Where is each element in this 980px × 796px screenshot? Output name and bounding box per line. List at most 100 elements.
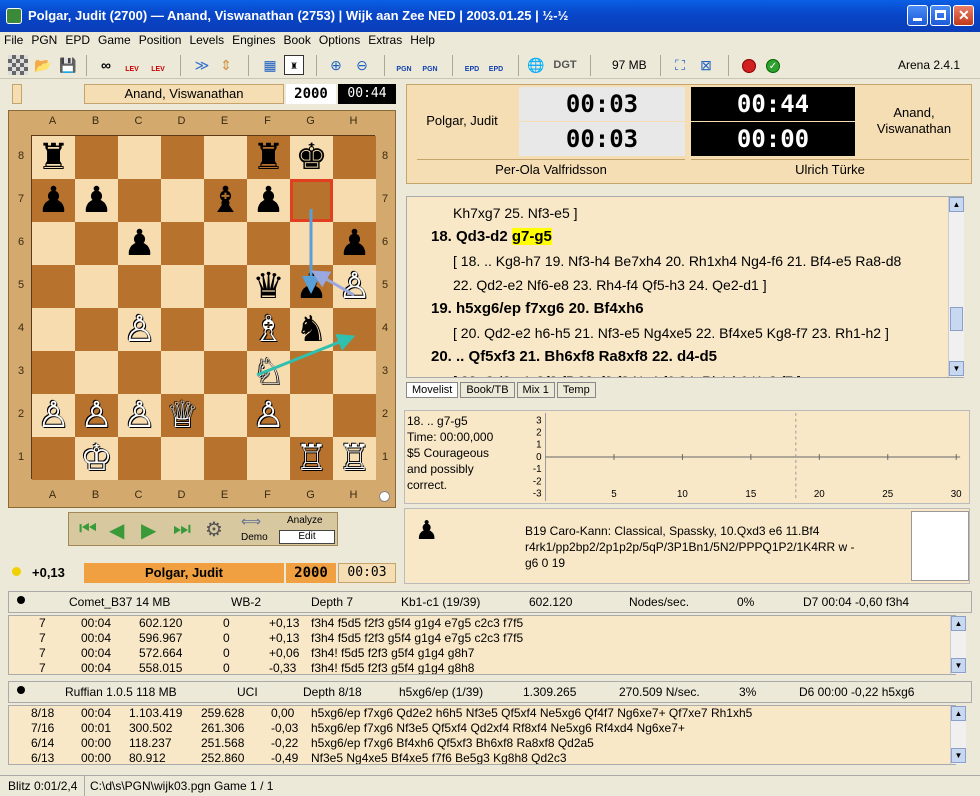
square-h7[interactable]	[333, 179, 376, 222]
engine-line[interactable]: 6/13 00:00 80.912 252.860 -0,49 Nf3e5 Ng4xe5 …	[9, 751, 955, 764]
chess-piece[interactable]: ♙	[252, 395, 284, 436]
chess-piece[interactable]: ♟	[37, 180, 69, 221]
menu-help[interactable]: Help	[406, 32, 439, 47]
engine1-scrollbar[interactable]: ▲ ▼	[950, 616, 966, 674]
tab-mix1[interactable]: Mix 1	[516, 382, 555, 398]
chess-piece[interactable]: ♗	[252, 309, 284, 350]
scroll-down-icon[interactable]: ▼	[951, 658, 966, 673]
square-a7[interactable]: ♟	[32, 179, 75, 222]
dgt-icon[interactable]: DGT	[550, 55, 580, 75]
square-a4[interactable]	[32, 308, 75, 351]
square-b5[interactable]	[75, 265, 118, 308]
level-minus-icon[interactable]: LEV	[148, 55, 168, 75]
chess-piece[interactable]: ♝	[209, 180, 241, 221]
move-line[interactable]: 20. .. Qf5xf3 21. Bh6xf8 Ra8xf8 22. d4-d…	[431, 345, 953, 369]
chess-piece[interactable]: ♟	[80, 180, 112, 221]
engine-line[interactable]: 7 00:04 572.664 0 +0,06 f3h4! f5d5 f2f3 g5f4 …	[9, 646, 955, 661]
chess-piece[interactable]: ♙	[80, 395, 112, 436]
restore-layout-icon[interactable]: ⊠	[696, 55, 716, 75]
next-move-icon[interactable]: ▶	[141, 518, 156, 543]
engine2-output[interactable]: 8/18 00:04 1.103.419 259.628 0,00 h5xg6/ep f7…	[8, 705, 956, 765]
square-a3[interactable]	[32, 351, 75, 394]
square-g4[interactable]: ♞	[290, 308, 333, 351]
chess-piece[interactable]: ♜	[37, 137, 69, 178]
scroll-up-icon[interactable]: ▲	[951, 706, 966, 721]
square-d2[interactable]: ♕	[161, 394, 204, 437]
square-f7[interactable]: ♟	[247, 179, 290, 222]
engine1-output[interactable]: 7 00:04 602.120 0 +0,13 f3h4 f5d5 f2f3 g5f4 g…	[8, 615, 956, 675]
menu-book[interactable]: Book	[280, 32, 315, 47]
engine-line[interactable]: 6/14 00:00 118.237 251.568 -0,22 h5xg6/ep f7x…	[9, 736, 955, 751]
square-e1[interactable]	[204, 437, 247, 480]
square-c7[interactable]	[118, 179, 161, 222]
chess-piece[interactable]: ♖	[338, 438, 370, 479]
square-b6[interactable]	[75, 222, 118, 265]
engine-line[interactable]: 8/18 00:04 1.103.419 259.628 0,00 h5xg6/ep f7…	[9, 706, 955, 721]
chess-piece[interactable]: ♖	[295, 438, 327, 479]
menu-game[interactable]: Game	[94, 32, 135, 47]
square-d3[interactable]	[161, 351, 204, 394]
engine2-scrollbar[interactable]: ▲ ▼	[950, 706, 966, 764]
square-b7[interactable]: ♟	[75, 179, 118, 222]
square-h8[interactable]	[333, 136, 376, 179]
menu-engines[interactable]: Engines	[228, 32, 279, 47]
chess-piece[interactable]: ♔	[80, 438, 112, 479]
movelist-scrollbar[interactable]: ▲ ▼	[948, 197, 964, 377]
square-b3[interactable]	[75, 351, 118, 394]
square-g3[interactable]	[290, 351, 333, 394]
current-move-highlight[interactable]: g7-g5	[511, 228, 552, 245]
epd-add-icon[interactable]: EPD	[462, 55, 482, 75]
engine-line[interactable]: 7/16 00:01 300.502 261.306 -0,03 h5xg6/ep f7x…	[9, 721, 955, 736]
chess-piece[interactable]: ♙	[338, 266, 370, 307]
engine-line[interactable]: 7 00:04 558.015 0 -0,33 f3h4! f5d5 f2f3 g5f4 …	[9, 661, 955, 674]
new-board-icon[interactable]	[8, 55, 28, 75]
square-e2[interactable]	[204, 394, 247, 437]
tab-movelist[interactable]: Movelist	[406, 382, 459, 398]
square-d8[interactable]	[161, 136, 204, 179]
chess-piece[interactable]: ♛	[252, 266, 284, 307]
square-c1[interactable]	[118, 437, 161, 480]
square-b4[interactable]	[75, 308, 118, 351]
square-g2[interactable]	[290, 394, 333, 437]
menu-epd[interactable]: EPD	[61, 32, 94, 47]
fullscreen-icon[interactable]: ⛶	[670, 55, 690, 75]
square-e3[interactable]	[204, 351, 247, 394]
square-h1[interactable]: ♖	[333, 437, 376, 480]
square-g7[interactable]	[290, 179, 333, 222]
first-move-icon[interactable]: ⏮	[79, 518, 97, 541]
menu-pgn[interactable]: PGN	[27, 32, 61, 47]
last-move-icon[interactable]: ⏭	[173, 518, 191, 541]
square-g1[interactable]: ♖	[290, 437, 333, 480]
movelist[interactable]: Kh7xg7 25. Nf3-e5 ] 18. Qd3-d2 g7-g5 [ 1…	[406, 196, 964, 378]
engine-window-icon[interactable]: ♜	[284, 55, 304, 75]
square-g5[interactable]: ♟	[290, 265, 333, 308]
square-h6[interactable]: ♟	[333, 222, 376, 265]
tab-temp[interactable]: Temp	[556, 382, 596, 398]
chess-piece[interactable]: ♟	[338, 223, 370, 264]
chess-piece[interactable]: ♕	[166, 395, 198, 436]
square-e7[interactable]: ♝	[204, 179, 247, 222]
square-c4[interactable]: ♙	[118, 308, 161, 351]
zoom-in-icon[interactable]: ⊕	[326, 55, 346, 75]
scroll-up-icon[interactable]: ▲	[949, 197, 964, 212]
close-button[interactable]: ✕	[953, 5, 974, 26]
chess-piece[interactable]: ♘	[252, 352, 284, 393]
maximize-button[interactable]	[930, 5, 951, 26]
engine-line[interactable]: 7 00:04 596.967 0 +0,13 f3h4 f5d5 f2f3 g5f4 g…	[9, 631, 955, 646]
chess-piece[interactable]: ♜	[252, 137, 284, 178]
square-f5[interactable]: ♛	[247, 265, 290, 308]
scroll-down-icon[interactable]: ▼	[951, 748, 966, 763]
square-a1[interactable]	[32, 437, 75, 480]
square-a2[interactable]: ♙	[32, 394, 75, 437]
pgn-add-icon[interactable]: PGN	[394, 55, 414, 75]
menu-file[interactable]: File	[0, 32, 27, 47]
chess-piece[interactable]: ♟	[295, 266, 327, 307]
square-d7[interactable]	[161, 179, 204, 222]
setup-position-icon[interactable]: ▦	[260, 55, 280, 75]
square-b8[interactable]	[75, 136, 118, 179]
chess-piece[interactable]: ♙	[37, 395, 69, 436]
menu-position[interactable]: Position	[135, 32, 186, 47]
move-line[interactable]: 19. h5xg6/ep f7xg6 20. Bf4xh6	[431, 297, 953, 321]
square-a6[interactable]	[32, 222, 75, 265]
prev-move-icon[interactable]: ◀	[109, 518, 124, 543]
